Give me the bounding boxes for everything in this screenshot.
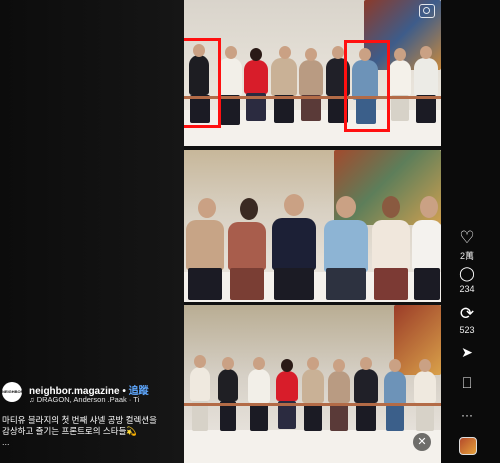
guest-figure: [324, 220, 368, 272]
guest-head: [420, 196, 438, 218]
guest-figure: [414, 371, 436, 403]
guest-figure: [328, 371, 350, 403]
audio-thumbnail[interactable]: [459, 437, 477, 455]
guest-head: [307, 357, 319, 370]
guest-head: [394, 48, 406, 61]
guest-head: [240, 198, 258, 220]
guest-head: [281, 359, 293, 372]
guest-figure: [228, 222, 266, 270]
repost-count: 523: [459, 325, 475, 335]
mute-glyph: ✕: [417, 436, 427, 448]
guest-figure: [389, 60, 411, 96]
guest-head: [253, 357, 265, 370]
guest-legs: [416, 95, 436, 123]
guest-legs: [356, 403, 376, 431]
caption-line-2-text: 감상하고 즐기는 프론트로의 스타들: [2, 426, 127, 436]
send-icon: ➤: [461, 344, 473, 360]
video-panel-top: [184, 0, 441, 146]
comment-count: 234: [459, 284, 475, 294]
caption-line-1: 마티유 블라지의 첫 번째 샤넬 공방 컬렉션을: [2, 415, 157, 425]
guest-head: [194, 355, 206, 368]
music-icon: ♫: [29, 395, 35, 404]
guest-head: [333, 359, 345, 372]
guest-legs: [230, 268, 264, 300]
caption-more[interactable]: ...: [2, 437, 10, 447]
guest-figure: [412, 220, 441, 270]
guest-head: [332, 46, 344, 59]
guest-head: [279, 46, 291, 59]
guest-legs: [220, 95, 240, 125]
repost-icon: ⟳: [459, 304, 475, 323]
save-button[interactable]: ⎕: [452, 375, 482, 393]
guest-figure: [414, 58, 438, 96]
runway-floor: [184, 430, 441, 463]
audio-track-label: DRAGON, Anderson .Paak · Ti: [36, 395, 140, 404]
camera-icon[interactable]: [419, 4, 435, 18]
video-panel-middle: [184, 150, 441, 302]
guest-head: [225, 46, 237, 59]
guest-figure: [186, 220, 224, 270]
guest-head: [250, 48, 262, 61]
guest-figure: [372, 220, 410, 270]
guest-figure: [218, 58, 242, 96]
guest-legs: [326, 268, 366, 300]
guest-head: [389, 359, 401, 372]
share-button[interactable]: ➤: [452, 343, 482, 361]
guest-figure: [384, 371, 406, 405]
guest-head: [284, 194, 304, 216]
guest-figure: [299, 60, 323, 96]
guest-legs: [386, 405, 404, 431]
video-panel-bottom: [184, 305, 441, 463]
caption-text: 마티유 블라지의 첫 번째 샤넬 공방 컬렉션을 감상하고 즐기는 프론트로의 …: [2, 415, 184, 437]
guest-legs: [374, 268, 408, 300]
guest-figure: [248, 369, 270, 403]
guest-figure: [244, 60, 268, 94]
guest-figure: [302, 369, 324, 403]
guest-head: [360, 357, 372, 370]
tapestry-artwork: [394, 305, 441, 375]
guest-legs: [330, 403, 348, 431]
guest-figure: [190, 367, 210, 401]
guest-figure: [354, 369, 378, 403]
guest-legs: [250, 403, 268, 431]
speaker-muted-icon[interactable]: ✕: [413, 433, 431, 451]
guest-head: [198, 198, 216, 218]
more-icon: ···: [461, 408, 473, 422]
guest-legs: [414, 268, 440, 300]
guest-head: [420, 46, 432, 59]
audio-track[interactable]: ♫ DRAGON, Anderson .Paak · Ti: [29, 395, 139, 404]
guest-legs: [304, 403, 322, 431]
guest-figure: [271, 58, 297, 96]
guest-head: [382, 196, 400, 218]
bench-row: [184, 96, 441, 99]
comment-icon: ◯: [459, 265, 475, 281]
like-button[interactable]: ♡ 2萬: [452, 229, 482, 262]
guest-head: [336, 196, 356, 218]
guest-head: [222, 357, 234, 370]
bookmark-icon: ⎕: [462, 375, 472, 392]
caption-line-2: 감상하고 즐기는 프론트로의 스타들💫: [2, 426, 184, 437]
heart-icon: ♡: [459, 228, 475, 247]
guest-legs: [188, 268, 222, 300]
sparkle-emoji: 💫: [126, 426, 137, 436]
guest-head: [419, 359, 431, 372]
bench-row: [184, 403, 441, 406]
guest-legs: [416, 403, 434, 431]
guest-figure: [218, 369, 238, 401]
comment-button[interactable]: ◯ 234: [452, 264, 482, 294]
guest-head: [305, 48, 317, 61]
highlight-box-left: [184, 38, 221, 128]
repost-button[interactable]: ⟳ 523: [452, 304, 482, 336]
like-count: 2萬: [459, 251, 474, 261]
reel-video[interactable]: ✕: [184, 0, 441, 463]
highlight-box-right: [344, 40, 390, 132]
guest-figure: [276, 371, 298, 401]
guest-legs: [274, 95, 294, 123]
guest-legs: [274, 268, 314, 300]
avatar[interactable]: NEIGHBOR: [2, 382, 24, 402]
guest-figure: [272, 218, 316, 270]
more-options-button[interactable]: ···: [452, 406, 482, 424]
